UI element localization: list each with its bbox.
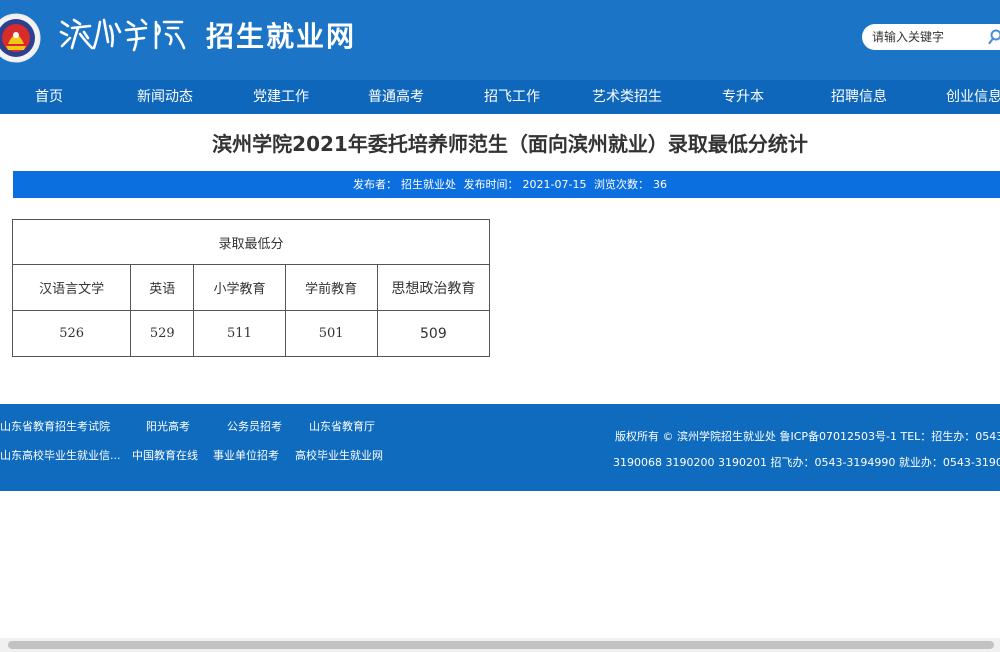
views-label: 浏览次数： <box>593 178 649 191</box>
site-header: 招生就业网 <box>0 0 1000 80</box>
score-cell: 511 <box>193 310 286 357</box>
time-label: 发布时间： <box>463 178 519 191</box>
footer-link[interactable]: 中国教育在线 <box>132 447 198 463</box>
subject-cell: 汉语言文学 <box>11 264 132 311</box>
score-cell: 509 <box>376 310 491 357</box>
copyright-line: 版权所有 © 滨州学院招生就业处 鲁ICP备07012503号-1 TEL：招生… <box>615 430 1000 443</box>
subject-cell: 思想政治教育 <box>376 264 491 311</box>
scrollbar-thumb[interactable] <box>8 641 994 649</box>
score-cell: 501 <box>284 310 378 357</box>
table-row: 录取最低分 <box>12 219 490 265</box>
score-cell: 526 <box>11 310 132 357</box>
publisher-label: 发布者： <box>353 178 398 191</box>
nav-item-jobs[interactable]: 招聘信息 <box>831 80 887 114</box>
subject-cell: 小学教育 <box>193 264 286 311</box>
site-footer: 山东省教育招生考试院 阳光高考 公务员招考 山东省教育厅 山东高校毕业生就业信.… <box>0 404 1000 491</box>
score-cell: 529 <box>130 310 195 357</box>
search-box <box>862 24 1000 50</box>
nav-item-startup[interactable]: 创业信息 <box>946 80 1000 114</box>
footer-link[interactable]: 事业单位招考 <box>213 447 279 463</box>
nav-item-upgrade[interactable]: 专升本 <box>722 80 764 114</box>
nav-item-art[interactable]: 艺术类招生 <box>592 80 662 114</box>
nav-item-pilot[interactable]: 招飞工作 <box>484 80 540 114</box>
table-row: 汉语言文学 英语 小学教育 学前教育 思想政治教育 <box>11 264 491 311</box>
main-nav: 首页 新闻动态 党建工作 普通高考 招飞工作 艺术类招生 专升本 招聘信息 创业… <box>0 80 1000 114</box>
score-table: 录取最低分 汉语言文学 英语 小学教育 学前教育 思想政治教育 526 529 … <box>11 219 491 357</box>
subject-cell: 学前教育 <box>284 264 378 311</box>
nav-item-party[interactable]: 党建工作 <box>253 80 309 114</box>
search-icon[interactable] <box>988 29 1000 45</box>
article-meta: 发布者： 招生就业处 发布时间： 2021-07-15 浏览次数： 36 <box>0 171 1000 198</box>
table-header: 录取最低分 <box>12 219 490 265</box>
nav-item-gaokao[interactable]: 普通高考 <box>368 80 424 114</box>
nav-item-news[interactable]: 新闻动态 <box>137 80 193 114</box>
footer-link[interactable]: 高校毕业生就业网 <box>295 447 383 463</box>
table-row: 526 529 511 501 509 <box>11 310 491 357</box>
footer-link[interactable]: 山东高校毕业生就业信... <box>0 447 121 463</box>
subject-cell: 英语 <box>130 264 195 311</box>
footer-link[interactable]: 山东省教育招生考试院 <box>0 418 110 434</box>
footer-link[interactable]: 山东省教育厅 <box>309 418 375 434</box>
university-calligraphy-logo[interactable] <box>58 12 188 56</box>
university-emblem-icon[interactable] <box>0 8 46 68</box>
nav-item-home[interactable]: 首页 <box>35 80 63 114</box>
views-value: 36 <box>652 178 667 191</box>
footer-link[interactable]: 阳光高考 <box>146 418 190 434</box>
page-root: 招生就业网 首页 新闻动态 党建工作 普通高考 招飞工作 艺术类招生 专升本 招… <box>0 0 1000 652</box>
horizontal-scrollbar[interactable] <box>0 638 1000 652</box>
footer-link[interactable]: 公务员招考 <box>227 418 282 434</box>
copyright-line: 3190068 3190200 3190201 招飞办：0543-3194990… <box>613 456 1000 469</box>
publisher-value: 招生就业处 <box>401 178 457 191</box>
page-title: 滨州学院2021年委托培养师范生（面向滨州就业）录取最低分统计 <box>212 132 808 156</box>
site-title: 招生就业网 <box>206 20 357 53</box>
search-input[interactable] <box>872 28 982 46</box>
time-value: 2021-07-15 <box>522 178 587 191</box>
